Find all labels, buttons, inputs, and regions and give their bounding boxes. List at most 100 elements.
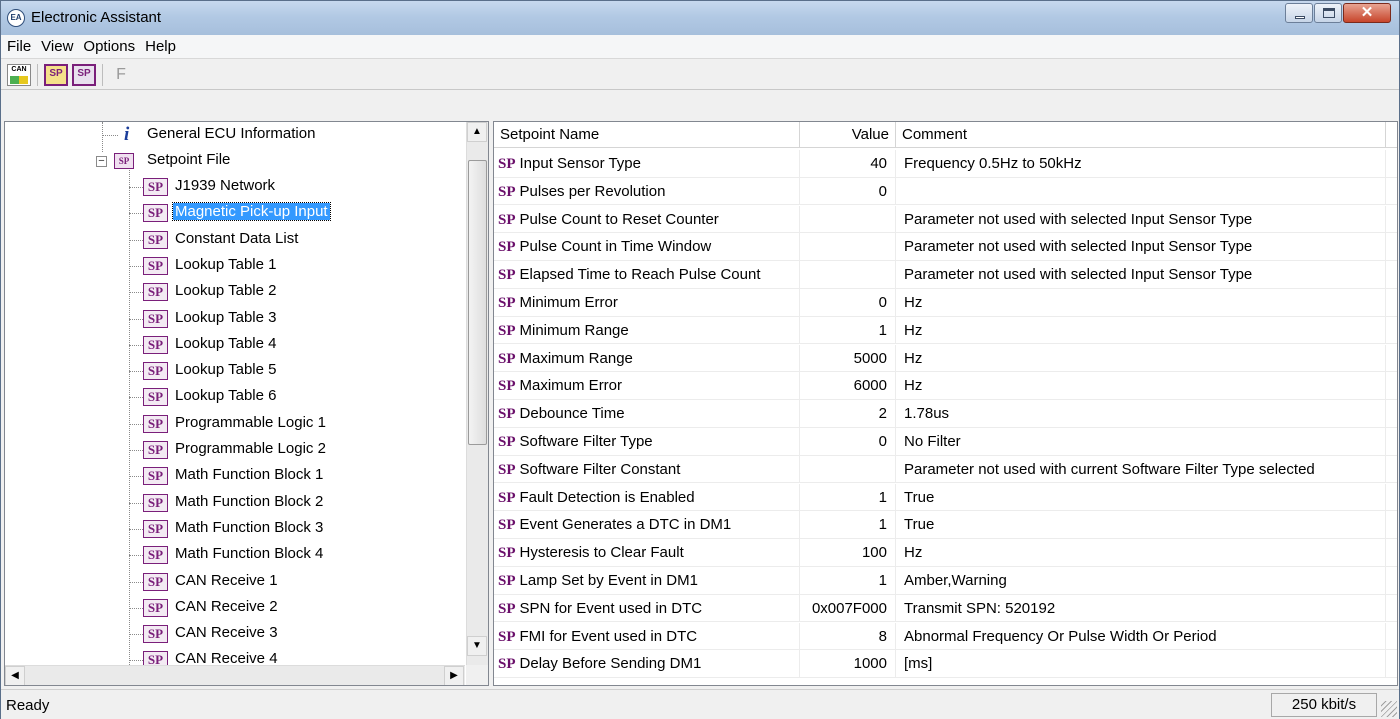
tree-item-general-ecu-info[interactable]: i General ECU Information xyxy=(5,122,465,148)
table-row[interactable]: SP SPN for Event used in DTC 0x007F000 Tran… xyxy=(494,594,1397,623)
open-setpoint-icon: SP xyxy=(49,67,63,79)
tree-item-label: Lookup Table 4 xyxy=(175,334,277,352)
scroll-up-icon[interactable]: ▲ xyxy=(467,122,487,142)
status-bar: Ready 250 kbit/s xyxy=(1,689,1399,719)
tree-item-setpoint[interactable]: SP Math Function Block 2 xyxy=(5,490,465,516)
save-setpoint-button[interactable]: SP xyxy=(72,63,96,86)
close-icon: ✕ xyxy=(1360,4,1374,21)
menu-file[interactable]: File xyxy=(5,35,39,58)
table-row[interactable]: SP Delay Before Sending DM1 1000 [ms] xyxy=(494,650,1397,678)
setpoint-comment-cell: 1.78us xyxy=(896,400,1386,428)
column-header-setpoint-name[interactable]: Setpoint Name xyxy=(494,122,800,148)
tree-line xyxy=(129,634,143,636)
scroll-down-icon[interactable]: ▼ xyxy=(467,636,487,656)
flash-button[interactable]: F xyxy=(109,64,133,86)
setpoint-value-cell[interactable]: 6000 xyxy=(800,372,896,400)
tree-item-label: Programmable Logic 2 xyxy=(175,440,326,457)
setpoint-value-cell[interactable]: 0 xyxy=(800,177,896,205)
title-bar[interactable]: EA Electronic Assistant ✕ xyxy=(1,1,1399,35)
info-icon: i xyxy=(124,124,130,145)
tree-item-setpoint[interactable]: SP Lookup Table 1 xyxy=(5,253,465,279)
tree-item-setpoint[interactable]: SP J1939 Network xyxy=(5,174,465,200)
tree-item-setpoint[interactable]: SP Math Function Block 3 xyxy=(5,516,465,542)
table-row[interactable]: SP Software Filter Constant Parameter not … xyxy=(494,455,1397,484)
setpoint-name-cell: SP Lamp Set by Event in DM1 xyxy=(494,567,800,594)
setpoint-icon: SP xyxy=(498,573,516,589)
minimize-button[interactable] xyxy=(1285,3,1313,23)
table-row[interactable]: SP Hysteresis to Clear Fault 100 Hz xyxy=(494,539,1397,567)
menu-options[interactable]: Options xyxy=(81,35,143,58)
column-header-value[interactable]: Value xyxy=(800,122,896,148)
tree-horizontal-scrollbar[interactable]: ◀ ▶ xyxy=(5,665,465,685)
setpoint-value-cell[interactable]: 0x007F000 xyxy=(800,594,896,622)
tree-item-setpoint[interactable]: SP Lookup Table 6 xyxy=(5,384,465,410)
table-row[interactable]: SP Input Sensor Type 40 Frequency 0.5Hz to … xyxy=(494,150,1397,178)
tree-scroll-thumb[interactable] xyxy=(468,160,487,445)
setpoint-value-cell[interactable] xyxy=(800,205,896,233)
table-row[interactable]: SP Debounce Time 2 1.78us xyxy=(494,400,1397,428)
setpoint-value-cell[interactable]: 0 xyxy=(800,428,896,455)
setpoint-name-cell: SP Input Sensor Type xyxy=(494,150,800,177)
setpoint-name: Fault Detection is Enabled xyxy=(519,488,695,506)
menu-view[interactable]: View xyxy=(39,35,81,58)
tree-item-setpoint[interactable]: SP Lookup Table 2 xyxy=(5,279,465,305)
setpoint-value-cell[interactable]: 0 xyxy=(800,289,896,316)
tree-item-setpoint[interactable]: SP Math Function Block 1 xyxy=(5,463,465,489)
menu-help[interactable]: Help xyxy=(143,35,184,58)
tree-line xyxy=(129,187,143,188)
tree-item-setpoint[interactable]: SP Lookup Table 3 xyxy=(5,306,465,332)
tree-item-setpoint-file[interactable]: − SP Setpoint File xyxy=(5,148,465,174)
table-row[interactable]: SP Fault Detection is Enabled 1 True xyxy=(494,483,1397,512)
table-row[interactable]: SP Pulse Count in Time Window Parameter no… xyxy=(494,233,1397,261)
close-button[interactable]: ✕ xyxy=(1343,3,1391,23)
setpoint-value-cell[interactable]: 1 xyxy=(800,483,896,511)
setpoint-value-cell[interactable] xyxy=(800,233,896,261)
table-row[interactable]: SP Lamp Set by Event in DM1 1 Amber,Warning xyxy=(494,567,1397,595)
setpoint-value-cell[interactable]: 100 xyxy=(800,539,896,567)
setpoint-value-cell[interactable]: 5000 xyxy=(800,344,896,372)
table-row[interactable]: SP Pulse Count to Reset Counter Parameter … xyxy=(494,205,1397,234)
ecu-tree-panel[interactable]: i General ECU Information − SP Setpoint … xyxy=(4,121,489,686)
tree-item-setpoint[interactable]: SP Lookup Table 5 xyxy=(5,358,465,384)
table-row[interactable]: SP Pulses per Revolution 0 xyxy=(494,177,1397,206)
setpoint-name-cell: SP Pulses per Revolution xyxy=(494,177,800,205)
table-row[interactable]: SP Elapsed Time to Reach Pulse Count Param… xyxy=(494,261,1397,289)
tree-item-setpoint[interactable]: SP Programmable Logic 2 xyxy=(5,437,465,463)
tree-item-setpoint[interactable]: SP Constant Data List xyxy=(5,227,465,253)
tree-item-setpoint[interactable]: SP CAN Receive 1 xyxy=(5,569,465,595)
setpoint-value-cell[interactable]: 1 xyxy=(800,316,896,344)
tree-item-setpoint[interactable]: SP CAN Receive 3 xyxy=(5,621,465,647)
scroll-left-icon[interactable]: ◀ xyxy=(5,666,25,685)
tree-item-setpoint[interactable]: SP Math Function Block 4 xyxy=(5,542,465,568)
table-row[interactable]: SP Maximum Range 5000 Hz xyxy=(494,344,1397,373)
setpoint-value-cell[interactable] xyxy=(800,455,896,483)
tree-item-setpoint[interactable]: SP Magnetic Pick-up Input xyxy=(5,200,465,226)
table-row[interactable]: SP FMI for Event used in DTC 8 Abnormal Fre… xyxy=(494,622,1397,651)
setpoint-value-cell[interactable]: 2 xyxy=(800,400,896,428)
setpoint-value-cell[interactable]: 1 xyxy=(800,511,896,539)
can-connect-button[interactable]: CAN xyxy=(7,63,31,86)
table-row[interactable]: SP Maximum Error 6000 Hz xyxy=(494,372,1397,400)
setpoint-value-cell[interactable]: 40 xyxy=(800,150,896,177)
tree-item-setpoint[interactable]: SP Lookup Table 4 xyxy=(5,332,465,358)
setpoint-value-cell[interactable]: 1 xyxy=(800,567,896,594)
table-row[interactable]: SP Minimum Range 1 Hz xyxy=(494,316,1397,345)
setpoint-value-cell[interactable]: 8 xyxy=(800,622,896,650)
table-row[interactable]: SP Software Filter Type 0 No Filter xyxy=(494,428,1397,456)
open-setpoint-button[interactable]: SP xyxy=(44,63,68,86)
tree-vertical-scrollbar[interactable]: ▲ ▼ xyxy=(466,122,488,667)
table-row[interactable]: SP Event Generates a DTC in DM1 1 True xyxy=(494,511,1397,539)
resize-grip-icon[interactable] xyxy=(1381,701,1397,717)
table-row[interactable]: SP Minimum Error 0 Hz xyxy=(494,289,1397,317)
scroll-right-icon[interactable]: ▶ xyxy=(444,666,464,685)
column-header-comment[interactable]: Comment xyxy=(896,122,1386,148)
setpoint-value-cell[interactable] xyxy=(800,261,896,289)
tree-item-setpoint[interactable]: SP Programmable Logic 1 xyxy=(5,411,465,437)
collapse-icon[interactable]: − xyxy=(96,156,107,167)
maximize-button[interactable] xyxy=(1314,3,1342,23)
tree-item-label: Programmable Logic 1 xyxy=(175,413,326,431)
setpoint-icon: SP xyxy=(143,493,168,512)
setpoint-comment-cell: [ms] xyxy=(896,650,1386,678)
tree-item-setpoint[interactable]: SP CAN Receive 2 xyxy=(5,595,465,621)
setpoint-value-cell[interactable]: 1000 xyxy=(800,650,896,678)
